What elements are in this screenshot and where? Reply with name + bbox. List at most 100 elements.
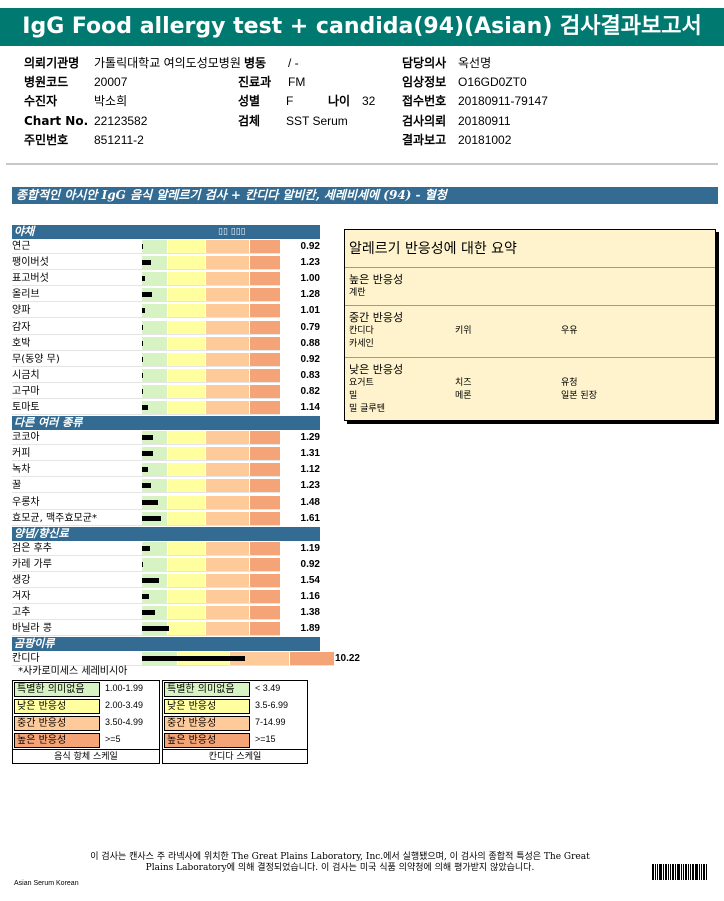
result-row: 표고버섯 1.00 [12,271,322,287]
divider [6,163,718,165]
food-name: 효모균, 맥주효모균* [12,512,97,524]
dept-value: FM [288,75,306,89]
result-row: 생강 1.54 [12,573,322,588]
section-header: 다른 여러 종류 [12,416,320,431]
food-name: 꿀 [12,480,22,492]
result-bar [142,577,159,583]
result-bar [142,324,143,330]
legend-candida-low-range: 3.5-6.99 [255,700,289,710]
disclaimer-line-1: 이 검사는 캔사스 주 라넥사에 위치한 The Great Plains La… [90,852,590,862]
clinical-value: O16GD0ZT0 [458,75,527,89]
id-value: 851211-2 [94,133,144,147]
legend-candida-caption: 칸디다 스케일 [163,749,307,763]
result-row: 팽이버섯 1.23 [12,255,322,271]
specimen-label: 검체 [238,114,261,128]
section-header: 야채 ▯▯ ▯▯▯ [12,225,320,239]
request-label: 검사의뢰 [402,114,447,128]
legend-food-high: 높은 반응성 [14,733,100,748]
summary-item: 일본 된장 [561,391,597,401]
reactivity-scale [142,606,280,620]
result-row: 감자 0.79 [12,320,322,335]
legend-food-none: 특별한 의미없음 [14,682,100,697]
disclaimer-line-2: Plains Laboratory에 의해 결정되었습니다. 이 검사는 미국 … [145,863,535,873]
result-value: 1.12 [300,464,320,476]
clinical-label: 임상정보 [402,75,447,89]
institution-label: 의뢰기관명 [24,56,80,70]
result-bar [142,356,143,362]
result-value: 1.89 [300,623,320,635]
reactivity-scale [142,511,280,525]
legend-candida-high: 높은 반응성 [164,733,250,748]
result-row: 양파 1.01 [12,303,322,319]
dept-label: 진료과 [238,75,272,89]
result-value: 0.92 [300,353,320,365]
result-value: 1.61 [300,512,320,524]
result-bar [142,372,143,378]
chart-value: 22123582 [94,114,148,128]
food-name: 고추 [12,607,31,619]
hospital-code-value: 20007 [94,75,128,89]
food-name: 호박 [12,337,31,349]
result-value: 1.23 [300,257,320,269]
summary-item: 키위 [455,326,472,336]
legend-food-low: 낮은 반응성 [14,699,100,714]
request-value: 20180911 [458,114,511,128]
candida-scale-legend: 특별한 의미없음 < 3.49 낮은 반응성 3.5-6.99 중간 반응성 7-14… [162,680,308,764]
reactivity-scale [142,557,280,571]
reactivity-scale [142,431,280,445]
result-row: 고구마 0.82 [12,384,322,399]
summary-high-group: 높은 반응성 계란 [345,268,715,306]
result-value: 1.23 [300,480,320,492]
age-label: 나이 [328,94,351,108]
summary-item: 우유 [561,326,578,336]
result-value: 1.54 [300,574,320,586]
section-header: 곰팡이류 [12,637,320,652]
result-value: 0.88 [300,337,320,349]
result-bar [142,292,152,298]
food-name: 녹차 [12,464,31,476]
result-value: 1.48 [300,496,320,508]
chart-label: Chart No. [24,114,89,128]
reactivity-scale [142,495,280,509]
food-name: 팽이버섯 [12,257,49,269]
legend-candida-low: 낮은 반응성 [164,699,250,714]
disclaimer: 이 검사는 캔사스 주 라넥사에 위치한 The Great Plains La… [40,852,640,874]
result-value: 0.79 [300,321,320,333]
section-title: 양념/향신료 [14,526,69,540]
result-bar [142,483,151,489]
result-row: 녹차 1.12 [12,462,322,478]
section-title: 곰팡이류 [14,637,55,651]
result-row: 올리브 1.28 [12,287,322,303]
scale-header: ▯▯ ▯▯▯ [218,227,246,237]
reactivity-scale [142,401,280,414]
result-row: 고추 1.38 [12,605,322,621]
legend-food-high-range: >=5 [105,734,121,744]
legend-candida-none-range: < 3.49 [255,683,281,693]
food-name: 코코아 [12,432,40,444]
summary-item: 밀 [349,391,358,401]
food-name: 바닐라 콩 [12,623,52,635]
food-name: 우롱차 [12,496,40,508]
result-value: 1.38 [300,607,320,619]
reactivity-scale [142,288,280,302]
reactivity-scale [142,304,280,318]
report-title: IgG Food allergy test + candida(94)(Asia… [0,8,724,46]
report-date-value: 20181002 [458,133,512,147]
result-row: 바닐라 콩 1.89 [12,621,322,637]
result-value: 1.01 [300,305,320,317]
summary-item: 요거트 [349,378,374,388]
result-bar [142,276,145,282]
result-row: 연근 0.92 [12,239,322,254]
summary-low-head: 낮은 반응성 [349,363,404,376]
summary-item: 유청 [561,378,578,388]
legend-candida-mid-range: 7-14.99 [255,717,286,727]
summary-low-group: 낮은 반응성 요거트 치즈 유청 밀 메론 일본 된장 밀 글루텐 [345,358,715,420]
result-row: 겨자 1.16 [12,589,322,604]
food-name: 고구마 [12,385,40,397]
result-row: 우롱차 1.48 [12,495,322,510]
result-row: 효모균, 맥주효모균* 1.61 [12,511,322,526]
result-bar [142,656,245,662]
reactivity-scale [142,272,280,286]
result-bar [142,451,153,457]
result-bar [142,626,169,632]
